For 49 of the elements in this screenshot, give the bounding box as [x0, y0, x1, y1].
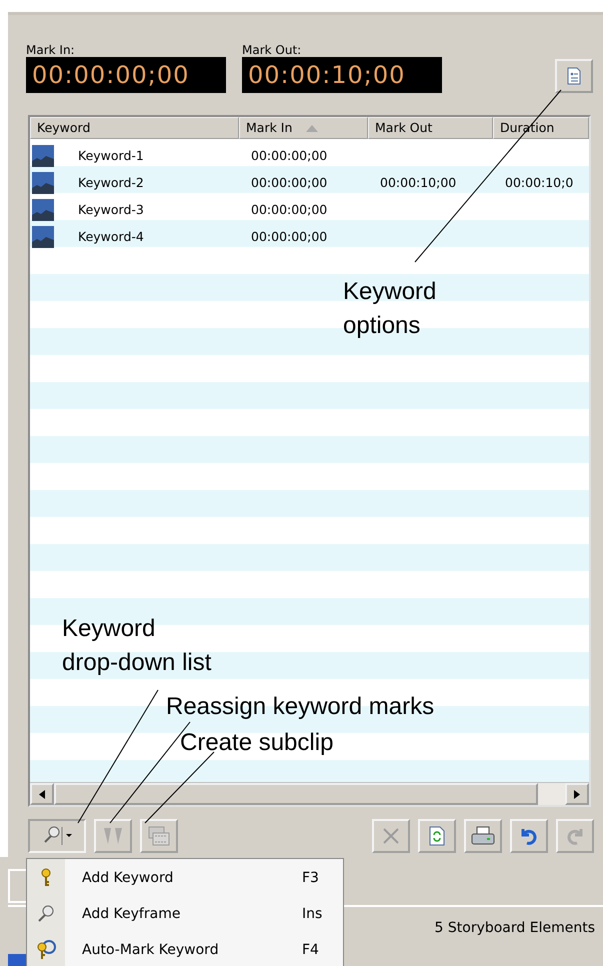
mark-in-label: Mark In: [26, 43, 76, 57]
print-button[interactable] [464, 819, 502, 853]
column-header[interactable]: Mark In [239, 117, 368, 139]
timecode-cell: 00:00:00;00 [251, 148, 328, 163]
callout-label: Reassign keyword marks [166, 692, 434, 722]
column-header[interactable]: Mark Out [368, 117, 493, 139]
taskbar-edge [8, 954, 28, 966]
key-cycle-icon [35, 939, 57, 961]
clip-thumbnail-icon [32, 198, 54, 220]
clip-thumbnail-icon [32, 144, 54, 166]
element-count: 5 Storyboard Elements [434, 920, 595, 936]
timecode-cell: 00:00:00;00 [251, 175, 328, 190]
document-icon [567, 67, 581, 85]
marks-icon [102, 826, 124, 846]
printer-icon [471, 826, 495, 846]
callout-label: Keyword drop-down list [62, 614, 212, 678]
document-refresh-icon [429, 826, 445, 846]
timecode-cell: 00:00:10;00 [380, 175, 456, 190]
keyword-options-button[interactable] [555, 59, 593, 93]
scroll-left-icon [39, 790, 45, 798]
undo-button[interactable] [510, 819, 548, 853]
keyword-name: Keyword-2 [78, 175, 144, 190]
redo-icon [565, 826, 585, 846]
clip-thumbnail-icon [32, 226, 54, 248]
scroll-right-icon [574, 790, 580, 798]
sort-ascending-icon [306, 124, 318, 132]
keyword-name: Keyword-1 [78, 148, 144, 163]
column-header[interactable]: Keyword [30, 117, 239, 139]
mark-in-timecode: 00:00:00;00 [26, 57, 226, 93]
mark-out-timecode: 00:00:10;00 [242, 57, 442, 93]
x-icon [381, 826, 401, 846]
menu-item[interactable]: Auto-Mark Keyword F4 [27, 931, 343, 966]
callout-label: Create subclip [180, 728, 334, 758]
keyword-name: Keyword-3 [78, 202, 144, 217]
menu-item[interactable]: Add Keyword F3 [27, 859, 343, 895]
undo-icon [519, 826, 539, 846]
timecode-cell: 00:00:00;00 [251, 229, 328, 244]
menu-item[interactable]: Add Keyframe Ins [27, 895, 343, 931]
clip-thumbnail-icon [32, 172, 54, 194]
keyword-dropdown-button[interactable] [28, 819, 86, 853]
timecode-cell: 00:00:10;0 [505, 175, 574, 190]
callout-label: Keyword options [343, 277, 436, 341]
horizontal-scrollbar[interactable] [30, 782, 589, 805]
key-icon [39, 868, 53, 888]
timecode-cell: 00:00:00;00 [251, 202, 328, 217]
keyword-name: Keyword-4 [78, 229, 144, 244]
mark-out-label: Mark Out: [242, 43, 302, 57]
refresh-button[interactable] [418, 819, 456, 853]
film-frames-icon [148, 826, 170, 846]
